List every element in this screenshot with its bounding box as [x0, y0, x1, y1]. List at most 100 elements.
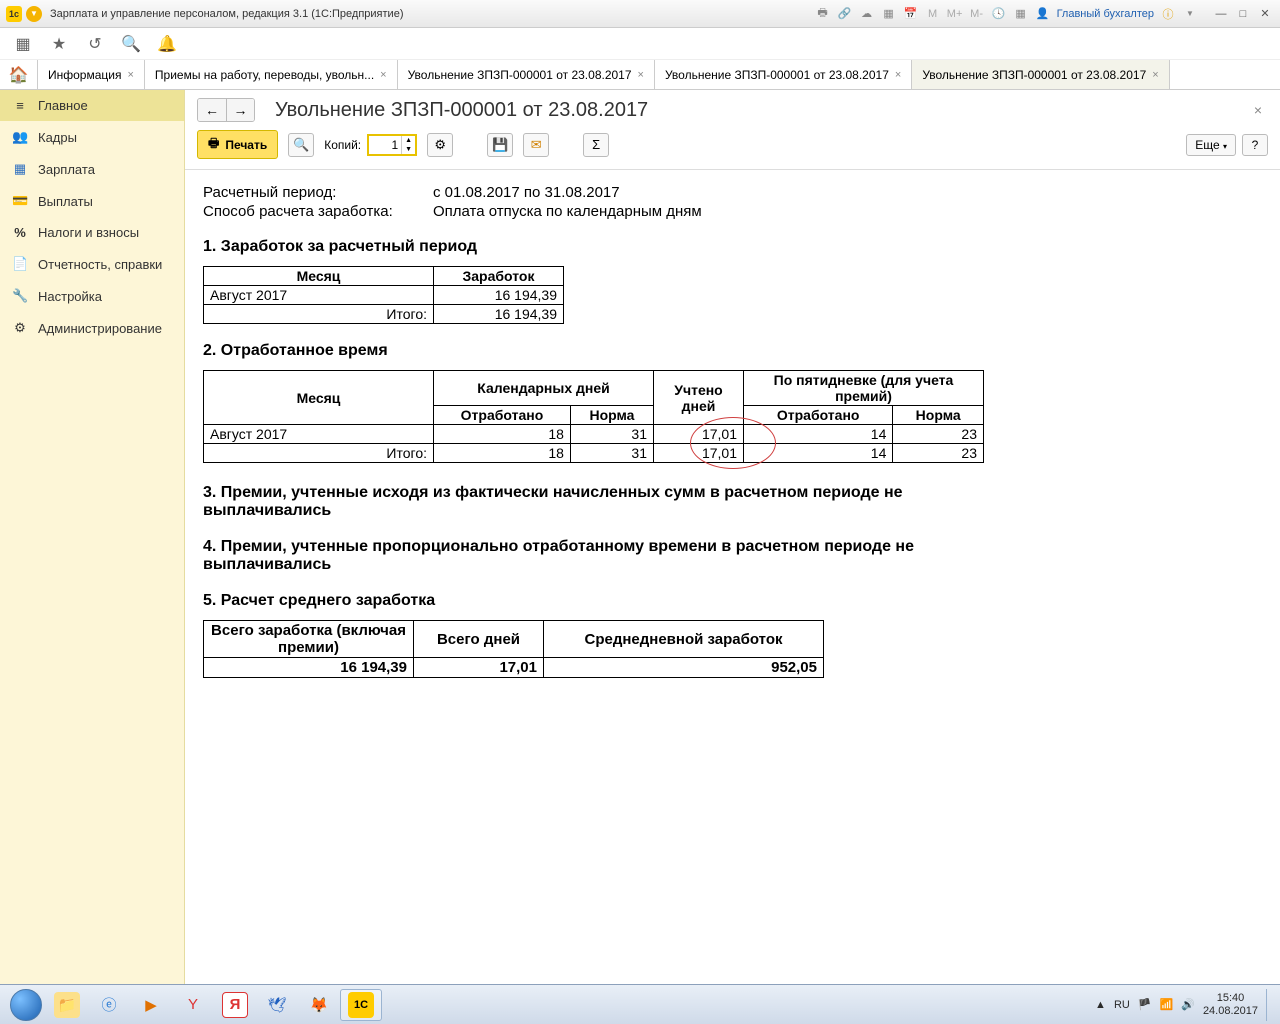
sidebar-item-label: Кадры	[38, 130, 77, 145]
tb-grid-icon[interactable]: ▦	[1013, 6, 1029, 22]
tray-arrow-icon[interactable]: ▲	[1095, 999, 1106, 1011]
info-dropdown-icon[interactable]: ▼	[1182, 6, 1198, 22]
start-button[interactable]	[6, 989, 46, 1021]
close-document-button[interactable]: ×	[1248, 102, 1268, 118]
tb-m-icon[interactable]: M	[925, 6, 941, 22]
taskbar-media[interactable]: ▶	[130, 989, 172, 1021]
back-button[interactable]: ←	[198, 99, 226, 121]
app-logo-icon: 1c	[6, 6, 22, 22]
table-row: Август 201716 194,39	[204, 286, 564, 305]
windows-taskbar: 📁 ⓔ ▶ Y Я 🕊 🦊 1C ▲ RU 🏴 📶 🔊 15:40 24.08.…	[0, 984, 1280, 1024]
tab-info[interactable]: Информация ×	[38, 60, 145, 89]
apps-icon[interactable]: ▦	[14, 35, 32, 53]
spin-up-icon[interactable]: ▲	[401, 136, 415, 145]
tb-clock-icon[interactable]: 🕓	[991, 6, 1007, 22]
tab-label: Информация	[48, 68, 121, 82]
tray-clock[interactable]: 15:40 24.08.2017	[1203, 992, 1258, 1016]
app-menu-dropdown[interactable]: ▼	[26, 6, 42, 22]
more-button[interactable]: Еще ▾	[1186, 134, 1236, 156]
copies-input[interactable]	[369, 136, 401, 154]
save-button[interactable]: 💾	[487, 133, 513, 157]
method-label: Способ расчета заработка:	[203, 203, 433, 220]
home-tab[interactable]: 🏠	[0, 60, 38, 89]
tb-calendar-icon[interactable]: 📅	[903, 6, 919, 22]
taskbar-ie[interactable]: ⓔ	[88, 989, 130, 1021]
tab-label: Увольнение ЗПЗП-000001 от 23.08.2017	[922, 68, 1146, 82]
sidebar-item-main[interactable]: ≡Главное	[0, 90, 184, 121]
info-icon[interactable]: ⓘ	[1160, 6, 1176, 22]
sum-button[interactable]: Σ	[583, 133, 609, 157]
taskbar-explorer[interactable]: 📁	[46, 989, 88, 1021]
tab-doc-1[interactable]: Увольнение ЗПЗП-000001 от 23.08.2017×	[398, 60, 655, 89]
taskbar-thunderbird[interactable]: 🕊	[256, 989, 298, 1021]
tab-hires[interactable]: Приемы на работу, переводы, увольн...×	[145, 60, 398, 89]
taskbar-yandex[interactable]: Y	[172, 989, 214, 1021]
sidebar-item-label: Зарплата	[38, 162, 95, 177]
sidebar-item-reports[interactable]: 📄Отчетность, справки	[0, 248, 184, 280]
col-total-days: Всего дней	[414, 621, 544, 658]
taskbar-1c[interactable]: 1C	[340, 989, 382, 1021]
bell-icon[interactable]: 🔔	[158, 35, 176, 53]
show-desktop-button[interactable]	[1266, 989, 1274, 1021]
taskbar-firefox[interactable]: 🦊	[298, 989, 340, 1021]
close-icon[interactable]: ×	[1152, 69, 1158, 81]
tray-lang[interactable]: RU	[1114, 999, 1130, 1011]
close-icon[interactable]: ×	[127, 69, 133, 81]
table-row: 16 194,39 17,01 952,05	[204, 658, 824, 678]
star-icon[interactable]: ★	[50, 35, 68, 53]
maximize-button[interactable]: □	[1234, 6, 1252, 22]
document-body[interactable]: Расчетный период:с 01.08.2017 по 31.08.2…	[185, 170, 1280, 984]
tab-doc-2[interactable]: Увольнение ЗПЗП-000001 от 23.08.2017×	[655, 60, 912, 89]
tb-print-icon[interactable]: 🖶	[815, 6, 831, 22]
tab-doc-3[interactable]: Увольнение ЗПЗП-000001 от 23.08.2017 ×	[912, 60, 1169, 89]
close-icon[interactable]: ×	[895, 69, 901, 81]
sidebar-item-kadry[interactable]: 👥Кадры	[0, 121, 184, 153]
col-earnings: Заработок	[434, 267, 564, 286]
help-button[interactable]: ?	[1242, 134, 1268, 156]
close-button[interactable]: ✕	[1256, 6, 1274, 22]
copies-spinner[interactable]: ▲▼	[367, 134, 417, 156]
col-norm-5: Норма	[893, 406, 984, 425]
col-month: Месяц	[204, 371, 434, 425]
col-worked: Отработано	[434, 406, 571, 425]
sidebar-item-admin[interactable]: ⚙Администрирование	[0, 312, 184, 344]
email-button[interactable]: ✉	[523, 133, 549, 157]
percent-icon: %	[12, 225, 28, 240]
wrench-icon: 🔧	[12, 288, 28, 304]
preview-button[interactable]: 🔍	[288, 133, 314, 157]
print-button[interactable]: 🖶Печать	[197, 130, 278, 159]
section-2-heading: 2. Отработанное время	[203, 342, 1262, 360]
tb-mminus-icon[interactable]: M-	[969, 6, 985, 22]
forward-button[interactable]: →	[226, 99, 254, 121]
tb-link-icon[interactable]: 🔗	[837, 6, 853, 22]
col-calendar: Календарных дней	[434, 371, 654, 406]
period-value: с 01.08.2017 по 31.08.2017	[433, 184, 620, 201]
search-icon[interactable]: 🔍	[122, 35, 140, 53]
user-label[interactable]: Главный бухгалтер	[1057, 8, 1154, 20]
tb-cloud-icon[interactable]: ☁	[859, 6, 875, 22]
method-value: Оплата отпуска по календарным дням	[433, 203, 702, 220]
tray-network-icon[interactable]: 📶	[1160, 998, 1174, 1011]
close-icon[interactable]: ×	[380, 69, 386, 81]
settings-button[interactable]: ⚙	[427, 133, 453, 157]
sidebar-item-label: Отчетность, справки	[38, 257, 162, 272]
spin-down-icon[interactable]: ▼	[401, 145, 415, 154]
taskbar-ya[interactable]: Я	[214, 989, 256, 1021]
tb-calc-icon[interactable]: ▦	[881, 6, 897, 22]
sidebar-item-settings[interactable]: 🔧Настройка	[0, 280, 184, 312]
minimize-button[interactable]: —	[1212, 6, 1230, 22]
history-icon[interactable]: ↺	[86, 35, 104, 53]
sidebar-item-payments[interactable]: 💳Выплаты	[0, 185, 184, 217]
close-icon[interactable]: ×	[638, 69, 644, 81]
average-earnings-table: Всего заработка (включая премии) Всего д…	[203, 620, 824, 678]
sidebar-item-label: Главное	[38, 98, 88, 113]
worked-time-table: Месяц Календарных дней Учтено дней По пя…	[203, 370, 984, 463]
tray-flag-icon[interactable]: 🏴	[1138, 998, 1152, 1011]
quickaccess-bar: ▦ ★ ↺ 🔍 🔔	[0, 28, 1280, 60]
user-icon[interactable]: 👤	[1035, 6, 1051, 22]
tb-mplus-icon[interactable]: M+	[947, 6, 963, 22]
system-tray: ▲ RU 🏴 📶 🔊 15:40 24.08.2017	[1095, 989, 1274, 1021]
sidebar-item-salary[interactable]: ▦Зарплата	[0, 153, 184, 185]
tray-volume-icon[interactable]: 🔊	[1181, 998, 1195, 1011]
sidebar-item-taxes[interactable]: %Налоги и взносы	[0, 217, 184, 248]
